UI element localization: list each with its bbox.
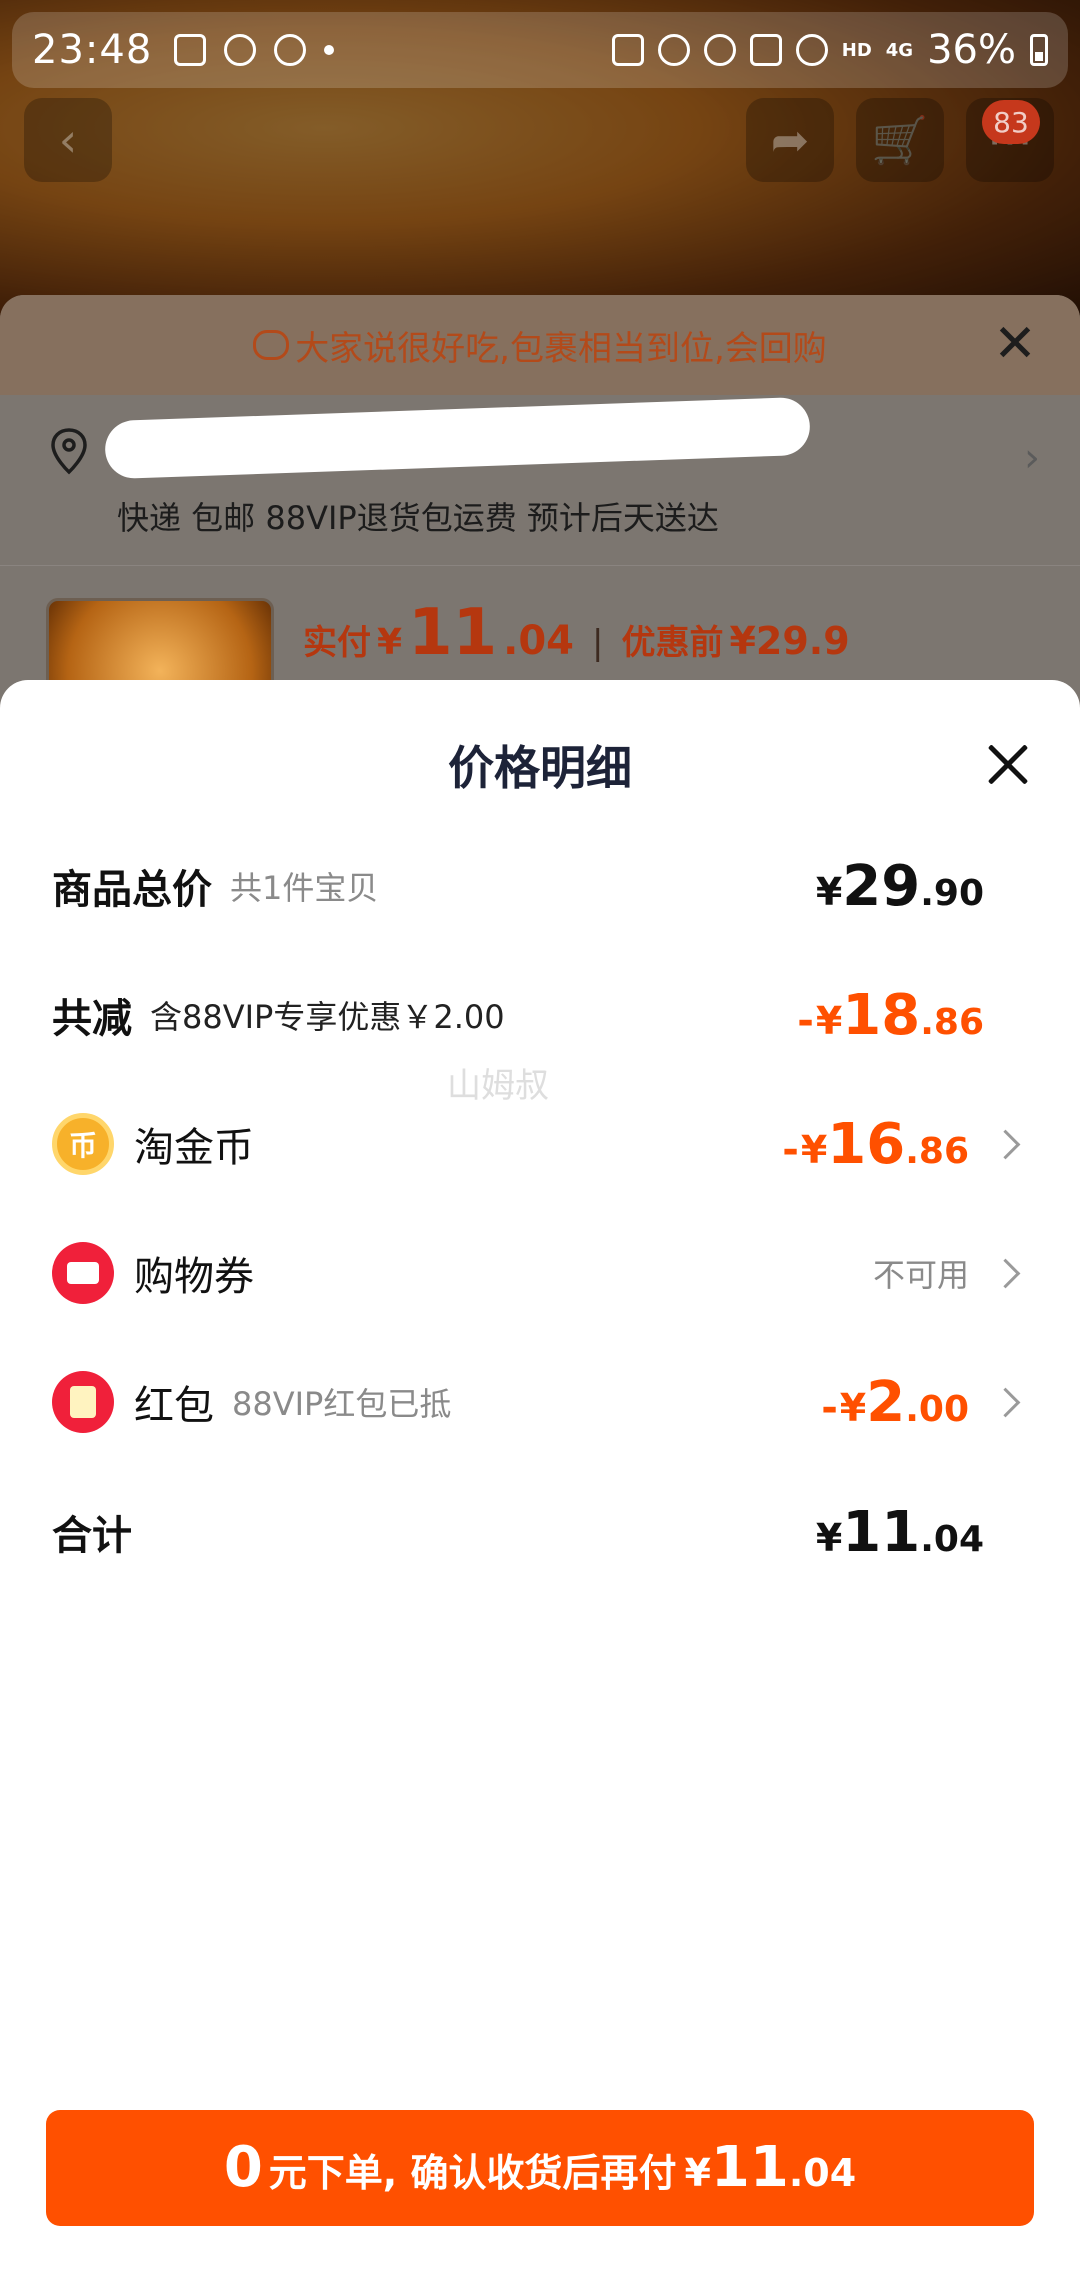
vip-discount-note: 含88VIP专享优惠￥2.00 [150, 998, 505, 1036]
voucher-status: 不可用 [872, 1256, 969, 1294]
back-arrow-icon: ‹ [58, 113, 78, 167]
network-label: 4G [885, 39, 914, 61]
place-order-button[interactable]: 0 元下单, 确认收货后再付 ¥ 11 .04 [46, 2110, 1034, 2226]
total-discount-label: 共减 [52, 996, 132, 1042]
taojinbi-label: 淘金币 [134, 1125, 254, 1171]
grand-total-amount: ¥ 11 .04 [815, 1499, 984, 1565]
voucher-label: 购物券 [134, 1254, 254, 1300]
cta-yen: ¥ [684, 2151, 711, 2195]
paid-dec: .04 [503, 618, 574, 664]
row-shopping-voucher[interactable]: 购物券 不可用 [0, 1223, 1080, 1323]
review-tip-bar: 大家说很好吃,包裹相当到位,会回购 ✕ [0, 295, 1080, 395]
home-indicator-area [0, 2252, 1080, 2272]
speed-icon [274, 34, 307, 66]
watermark: 山姆叔 [447, 1066, 549, 1106]
separator: | [591, 623, 604, 663]
pre-discount-label: 优惠前 [621, 623, 724, 663]
row-red-packet[interactable]: 红包 88VIP红包已抵 - ¥ 2 .00 [0, 1352, 1080, 1452]
back-button[interactable]: ‹ [24, 98, 112, 182]
dnd-icon [224, 34, 257, 66]
chevron-right-icon [990, 1258, 1021, 1288]
cart-icon: 🛒 [871, 112, 929, 167]
cart-button[interactable]: 🛒 [856, 98, 944, 182]
address-row[interactable]: 快递 包邮 88VIP退货包运费 预计后天送达 › [0, 395, 1080, 565]
address-chevron-icon: › [1024, 435, 1040, 481]
close-icon[interactable] [986, 742, 1030, 786]
cta-dec: .04 [788, 2151, 857, 2195]
redacted-address [104, 396, 811, 480]
review-tip-text: 大家说很好吃,包裹相当到位,会回购 [295, 328, 827, 369]
sheet-title: 价格明细 [448, 741, 632, 795]
grand-total-label: 合计 [52, 1513, 132, 1559]
total-discount-amount: - ¥ 18 .86 [797, 982, 984, 1048]
row-item-total: 商品总价 共1件宝贝 ¥ 29 .90 [0, 836, 1080, 936]
row-grand-total: 合计 ¥ 11 .04 [0, 1482, 1080, 1582]
wifi-icon [795, 34, 828, 66]
status-time: 23:48 [32, 27, 153, 73]
red-packet-label: 红包 [134, 1383, 214, 1429]
chevron-right-icon [990, 1387, 1021, 1417]
bluetooth-icon [703, 34, 736, 66]
share-button[interactable]: ➦ [746, 98, 834, 182]
status-bar: 23:48 HD 4G 36% [12, 12, 1068, 88]
alarm-icon [657, 34, 690, 66]
location-pin-icon [51, 428, 87, 475]
notification-dot-icon [324, 45, 335, 55]
coin-icon: 币 [52, 1113, 114, 1175]
battery-saver-icon [611, 34, 644, 66]
cta-zero: 0 [223, 2135, 263, 2200]
item-total-amount: ¥ 29 .90 [815, 853, 984, 919]
tip-close-icon[interactable]: ✕ [990, 318, 1040, 370]
order-sheet: 大家说很好吃,包裹相当到位,会回购 ✕ 快递 包邮 88VIP退货包运费 预计后… [0, 295, 1080, 715]
ticket-icon [52, 1242, 114, 1304]
taojinbi-amount: - ¥ 16 .86 [782, 1111, 969, 1177]
battery-percent: 36% [927, 27, 1016, 73]
paid-label: 实付 [303, 623, 371, 663]
battery-icon [1030, 34, 1048, 66]
shipping-info: 快递 包邮 88VIP退货包运费 预计后天送达 [117, 499, 719, 537]
item-total-label: 商品总价 [52, 867, 212, 913]
cta-int: 11 [710, 2135, 789, 2200]
red-packet-icon [52, 1371, 114, 1433]
hd-label: HD [841, 39, 872, 61]
mute-icon [749, 34, 782, 66]
paid-yen: ¥ [377, 622, 403, 663]
row-taojinbi[interactable]: 币 淘金币 - ¥ 16 .86 [0, 1094, 1080, 1194]
item-count: 共1件宝贝 [230, 869, 379, 907]
paid-int: 11 [408, 596, 498, 670]
chevron-right-icon [990, 1129, 1021, 1159]
gallery-icon [174, 34, 207, 66]
row-total-discount: 共减 含88VIP专享优惠￥2.00 - ¥ 18 .86 [0, 965, 1080, 1065]
price-detail-sheet: 价格明细 商品总价 共1件宝贝 ¥ 29 .90 共减 含88VIP专享优惠￥2… [0, 680, 1080, 2272]
red-packet-amount: - ¥ 2 .00 [821, 1369, 969, 1435]
cart-badge: 83 [982, 100, 1040, 144]
red-packet-note: 88VIP红包已抵 [232, 1385, 452, 1423]
cta-text: 元下单, 确认收货后再付 [268, 2151, 677, 2195]
pre-discount-value: ¥29.9 [729, 619, 850, 663]
chat-bubble-icon [253, 330, 290, 360]
share-icon: ➦ [770, 113, 810, 167]
paid-summary: 实付 ¥ 11 .04 | 优惠前 ¥29.9 [303, 596, 850, 670]
